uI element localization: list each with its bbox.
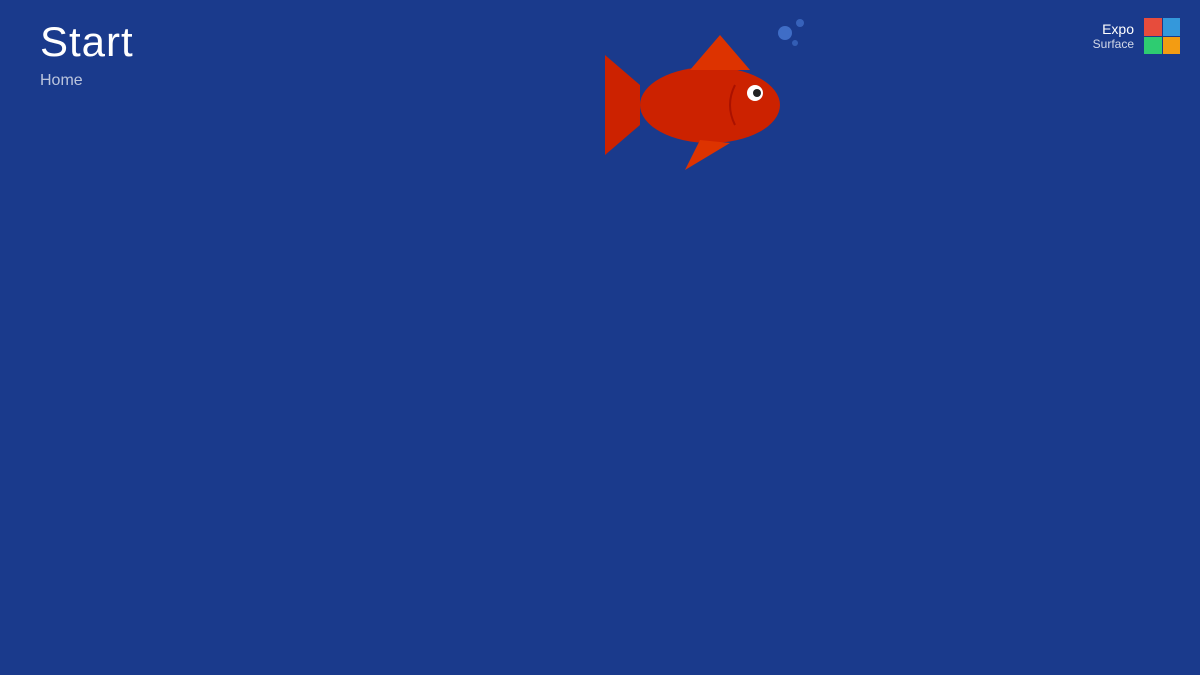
user-device: Surface [1093, 37, 1134, 51]
section-label: Home [40, 72, 1160, 90]
fish-gill [730, 85, 735, 125]
tiles-container [40, 215, 1160, 495]
avatar-cell-2 [1163, 18, 1181, 36]
fish-bottom-fin [685, 140, 730, 170]
user-name: Expo [1093, 21, 1134, 37]
avatar-cell-4 [1163, 37, 1181, 55]
fish-eye-pupil [753, 89, 761, 97]
avatar-cell-3 [1144, 37, 1162, 55]
header: Start Home [0, 0, 1200, 90]
avatar[interactable] [1144, 18, 1180, 54]
avatar-cell-1 [1144, 18, 1162, 36]
user-area[interactable]: Expo Surface [1093, 18, 1180, 54]
user-info: Expo Surface [1093, 21, 1134, 51]
page-title: Start [40, 18, 1160, 66]
